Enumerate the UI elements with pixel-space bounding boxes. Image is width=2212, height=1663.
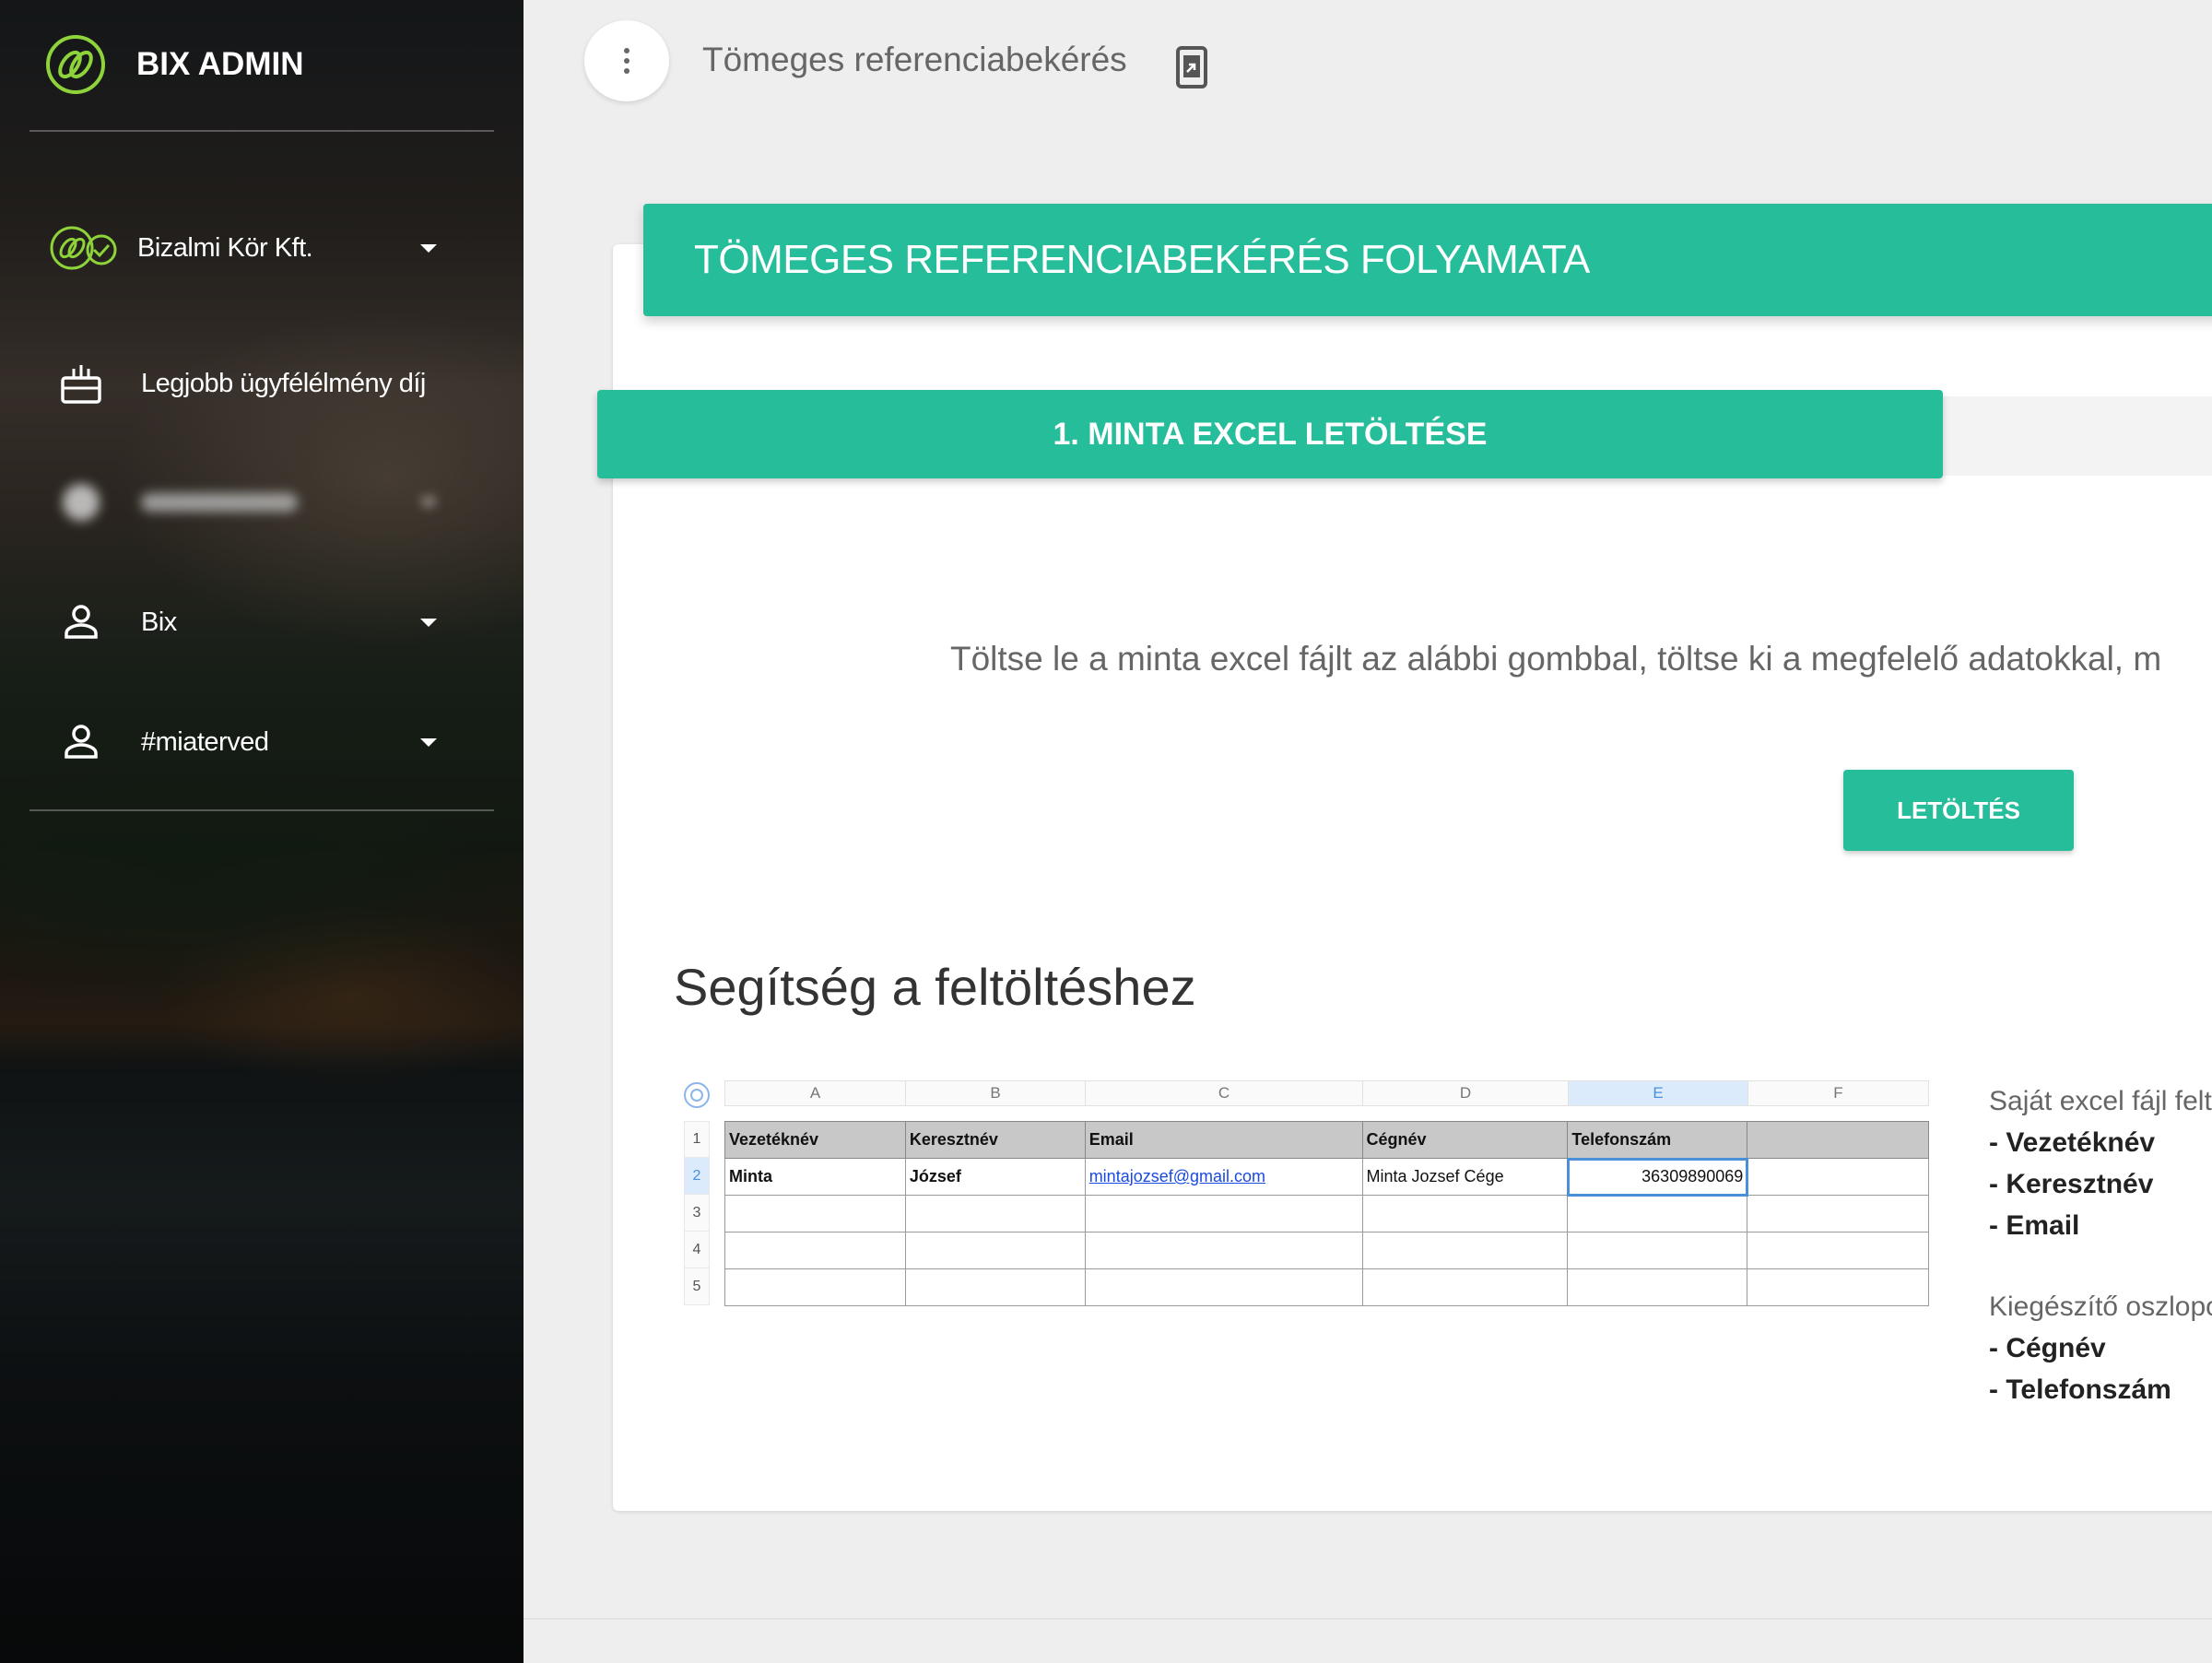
more-vert-icon xyxy=(624,48,629,74)
sheet-grid: Vezetéknév Keresztnév Email Cégnév Telef… xyxy=(724,1121,1929,1306)
optional-column: - Telefonszám xyxy=(1989,1374,2171,1405)
table-row xyxy=(724,1268,1929,1306)
bix-logo-icon xyxy=(46,35,105,94)
brand-title: BIX ADMIN xyxy=(136,46,304,82)
select-all-icon xyxy=(684,1082,710,1108)
column-header: F xyxy=(1747,1080,1929,1106)
row-header: 3 xyxy=(684,1195,710,1232)
column-header: A xyxy=(724,1080,905,1106)
company-logo-icon xyxy=(48,224,120,272)
award-icon xyxy=(57,360,105,407)
column-header: C xyxy=(1085,1080,1362,1106)
header-cell: Vezetéknév xyxy=(724,1121,906,1159)
sidebar-item-miaterved[interactable]: #miaterved xyxy=(29,710,494,774)
page-title: Tömeges referenciabekérés xyxy=(702,41,1127,78)
step-tab-1[interactable]: 1. MINTA EXCEL LETÖLTÉSE xyxy=(597,390,1943,478)
chevron-down-icon[interactable] xyxy=(420,499,437,507)
cell: Minta Jozsef Cége xyxy=(1361,1158,1569,1196)
row-headers: 1 2 3 4 5 xyxy=(684,1121,710,1305)
chevron-down-icon[interactable] xyxy=(420,244,437,253)
blurred-icon xyxy=(57,478,105,526)
column-header: D xyxy=(1362,1080,1568,1106)
cell: Minta xyxy=(724,1158,906,1196)
row-header: 1 xyxy=(684,1121,710,1158)
row-header: 5 xyxy=(684,1268,710,1305)
download-button[interactable]: LETÖLTÉS xyxy=(1843,770,2074,851)
sidebar-item-blurred[interactable] xyxy=(29,470,494,535)
table-row xyxy=(724,1195,1929,1233)
column-header: E xyxy=(1568,1080,1747,1106)
cell: mintajozsef@gmail.com xyxy=(1084,1158,1363,1196)
sidebar-item-label: Bizalmi Kör Kft. xyxy=(137,232,313,263)
column-header: B xyxy=(905,1080,1085,1106)
sidebar-item-award[interactable]: Legjobb ügyfélélmény díj xyxy=(29,351,494,416)
user-icon xyxy=(57,718,105,766)
export-icon[interactable] xyxy=(1176,46,1207,88)
sidebar-divider xyxy=(29,809,494,811)
row-header: 4 xyxy=(684,1232,710,1268)
help-title: Segítség a feltöltéshez xyxy=(674,958,1196,1016)
optional-intro: Kiegészítő oszlopo xyxy=(1989,1291,2212,1322)
required-column: - Vezetéknév xyxy=(1989,1126,2156,1158)
optional-column: - Cégnév xyxy=(1989,1332,2106,1363)
sidebar-item-label: Bix xyxy=(141,607,177,637)
table-row xyxy=(724,1232,1929,1269)
menu-button[interactable] xyxy=(584,20,669,101)
sidebar-item-label xyxy=(141,493,298,512)
instruction-text: Töltse le a minta excel fájlt az alábbi … xyxy=(950,640,2162,678)
chevron-down-icon[interactable] xyxy=(420,619,437,627)
process-banner: TÖMEGES REFERENCIABEKÉRÉS FOLYAMATA xyxy=(643,204,2212,316)
sidebar-item-label: #miaterved xyxy=(141,726,269,757)
cell: 36309890069 xyxy=(1566,1157,1748,1197)
sidebar-divider xyxy=(29,130,494,132)
user-icon xyxy=(57,598,105,646)
required-column: - Keresztnév xyxy=(1989,1168,2154,1199)
column-headers: A B C D E F xyxy=(724,1080,1929,1106)
sidebar-item-label: Legjobb ügyfélélmény díj xyxy=(141,368,426,398)
cell xyxy=(1747,1158,1929,1196)
required-column: - Email xyxy=(1989,1209,2080,1241)
table-row: Vezetéknév Keresztnév Email Cégnév Telef… xyxy=(724,1121,1929,1159)
row-header: 2 xyxy=(684,1158,710,1195)
column-info: Saját excel fájl felt - Vezetéknév - Ker… xyxy=(1989,1080,2212,1410)
sidebar-item-bix[interactable]: Bix xyxy=(29,590,494,655)
footer-divider xyxy=(524,1618,2212,1620)
header-cell: Keresztnév xyxy=(904,1121,1086,1159)
brand[interactable]: BIX ADMIN xyxy=(44,33,303,96)
chevron-down-icon[interactable] xyxy=(420,738,437,747)
cell: József xyxy=(904,1158,1086,1196)
header-cell: Email xyxy=(1084,1121,1363,1159)
table-row: Minta József mintajozsef@gmail.com Minta… xyxy=(724,1157,1929,1197)
sidebar: BIX ADMIN Bizalmi Kör Kft. Legjobb ügyfé… xyxy=(0,0,524,1663)
required-intro: Saját excel fájl felt xyxy=(1989,1085,2212,1116)
header-cell: Telefonszám xyxy=(1567,1121,1748,1159)
sample-sheet-image: A B C D E F 1 2 3 4 5 Vezetéknév Kereszt… xyxy=(680,1077,1929,1307)
header-cell: Cégnév xyxy=(1361,1121,1569,1159)
sidebar-item-company[interactable]: Bizalmi Kör Kft. xyxy=(29,216,494,280)
header-cell xyxy=(1747,1121,1929,1159)
